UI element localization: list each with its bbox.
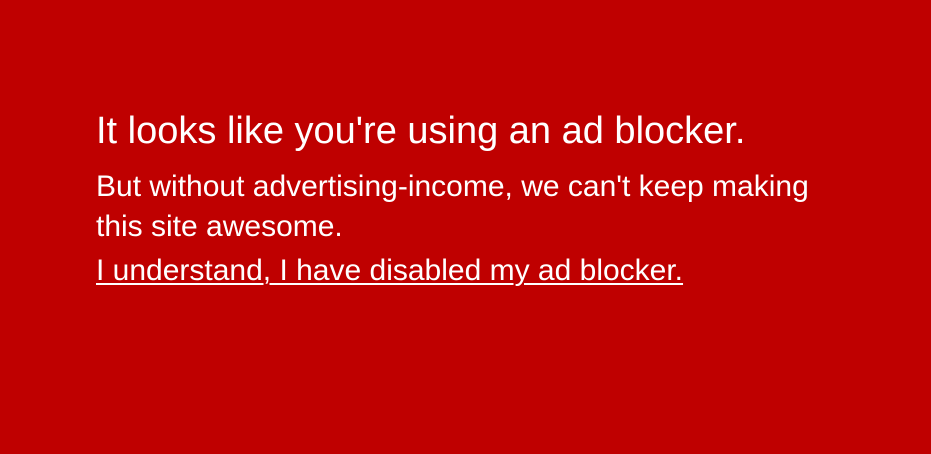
adblock-overlay: It looks like you're using an ad blocker… bbox=[0, 0, 931, 454]
dismiss-adblock-link[interactable]: I understand, I have disabled my ad bloc… bbox=[96, 251, 683, 291]
adblock-message: But without advertising-income, we can't… bbox=[96, 170, 809, 243]
adblock-headline: It looks like you're using an ad blocker… bbox=[96, 110, 746, 152]
